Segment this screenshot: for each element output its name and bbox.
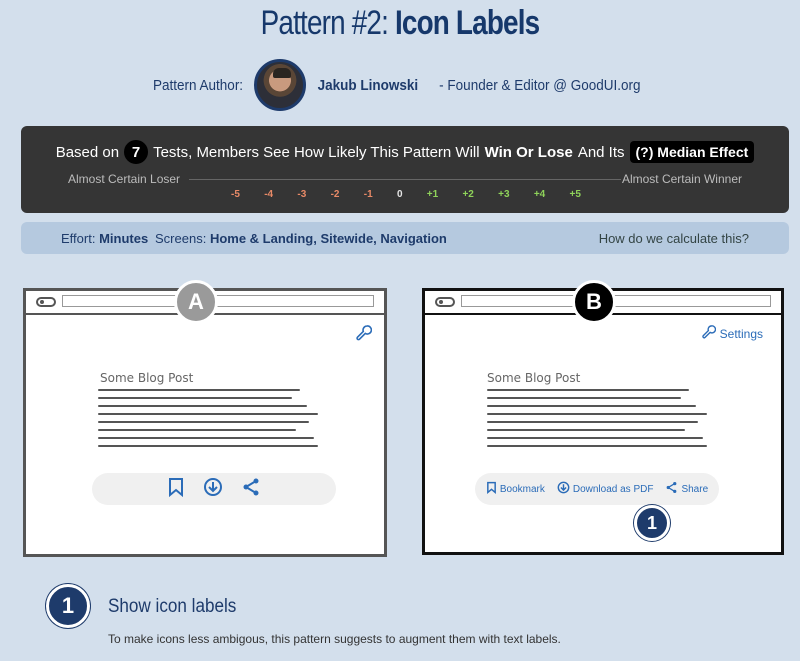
- author-label: Pattern Author:: [153, 76, 244, 94]
- median-effect-button[interactable]: (?) Median Effect: [629, 141, 755, 163]
- variant-a-mockup: Some Blog Post: [23, 288, 387, 557]
- step-number-badge: 1: [46, 584, 90, 628]
- title-prefix: Pattern #2:: [260, 4, 389, 42]
- browser-eye-icon: [435, 297, 455, 307]
- screens-value: Home & Landing, Sitewide, Navigation: [209, 231, 447, 246]
- effort-value: Minutes: [99, 231, 149, 246]
- download-pdf-button[interactable]: Download as PDF: [557, 481, 654, 497]
- effect-text-before: Based on: [55, 143, 120, 161]
- page-title: Pattern #2: Icon Labels: [72, 4, 728, 43]
- browser-eye-icon: [36, 297, 56, 307]
- settings-label: Settings: [719, 326, 763, 341]
- title-strong: Icon Labels: [394, 4, 540, 42]
- scale-tick: -2: [330, 189, 340, 200]
- author-role: - Founder & Editor @ GoodUI.org: [439, 76, 641, 94]
- scale-ticks: -5 -4 -3 -2 -1 0 +1 +2 +3 +4 +5: [231, 189, 581, 200]
- variant-b-mockup: Settings Some Blog Post Bookmark Downloa…: [422, 288, 784, 555]
- scale-tick: -3: [297, 189, 307, 200]
- wrench-icon: [701, 325, 716, 342]
- effect-panel: Based on 7 Tests, Members See How Likely…: [21, 126, 789, 213]
- bookmark-icon[interactable]: [167, 477, 185, 502]
- bookmark-label: Bookmark: [499, 483, 545, 495]
- labeled-actions-bar: Bookmark Download as PDF Share: [475, 473, 719, 505]
- share-label: Share: [681, 483, 709, 495]
- wrench-icon[interactable]: [356, 325, 373, 344]
- variant-b-badge: B: [572, 280, 616, 324]
- effect-headline: Based on 7 Tests, Members See How Likely…: [21, 140, 789, 164]
- win-lose-text: Win Or Lose: [484, 143, 573, 161]
- meta-bar: Effort: Minutes Screens: Home & Landing,…: [21, 222, 789, 254]
- share-icon: [665, 481, 678, 497]
- download-icon[interactable]: [203, 477, 223, 502]
- how-calculate-link[interactable]: How do we calculate this?: [599, 231, 749, 246]
- post-title: Some Blog Post: [100, 371, 194, 385]
- scale-tick: +1: [426, 189, 439, 200]
- text-lines: [98, 389, 318, 453]
- step-description: To make icons less ambigous, this patter…: [108, 632, 561, 646]
- scale-tick: 0: [396, 189, 403, 200]
- scale-left-label: Almost Certain Loser: [68, 172, 181, 186]
- download-icon: [557, 481, 570, 497]
- text-lines: [487, 389, 707, 453]
- effort-label: Effort:: [61, 231, 96, 246]
- download-label: Download as PDF: [572, 483, 654, 495]
- scale-tick: -1: [363, 189, 373, 200]
- step-title: Show icon labels: [108, 596, 237, 617]
- share-icon[interactable]: [241, 477, 261, 502]
- effort-info: Effort: Minutes: [61, 231, 148, 246]
- author-name[interactable]: Jakub Linowski: [318, 77, 419, 94]
- avatar: [254, 59, 307, 111]
- scale-tick: +5: [569, 189, 581, 200]
- bookmark-button[interactable]: Bookmark: [486, 481, 545, 497]
- bookmark-icon: [486, 481, 497, 497]
- scale-tick: +2: [462, 189, 474, 200]
- icon-actions-bar: [92, 473, 336, 505]
- effect-text-middle: Tests, Members See How Likely This Patte…: [153, 143, 480, 161]
- scale-track: [189, 179, 621, 180]
- url-bar: [461, 295, 771, 307]
- scale-tick: -4: [264, 189, 274, 200]
- effect-text-after: And Its: [577, 143, 625, 161]
- variant-a-badge: A: [174, 280, 218, 324]
- screens-label: Screens:: [155, 231, 207, 246]
- scale-right-label: Almost Certain Winner: [621, 172, 742, 186]
- callout-marker: 1: [634, 505, 670, 541]
- author-row: Pattern Author: Jakub Linowski - Founder…: [0, 59, 800, 111]
- url-bar: [62, 295, 374, 307]
- scale-tick: -5: [231, 189, 240, 200]
- settings-link[interactable]: Settings: [701, 325, 763, 342]
- post-title: Some Blog Post: [487, 371, 581, 385]
- screens-info: Screens: Home & Landing, Sitewide, Navig…: [155, 231, 447, 246]
- scale-tick: +3: [498, 189, 510, 200]
- tests-count-badge: 7: [124, 140, 149, 164]
- scale-tick: +4: [533, 189, 546, 200]
- share-button[interactable]: Share: [665, 481, 708, 497]
